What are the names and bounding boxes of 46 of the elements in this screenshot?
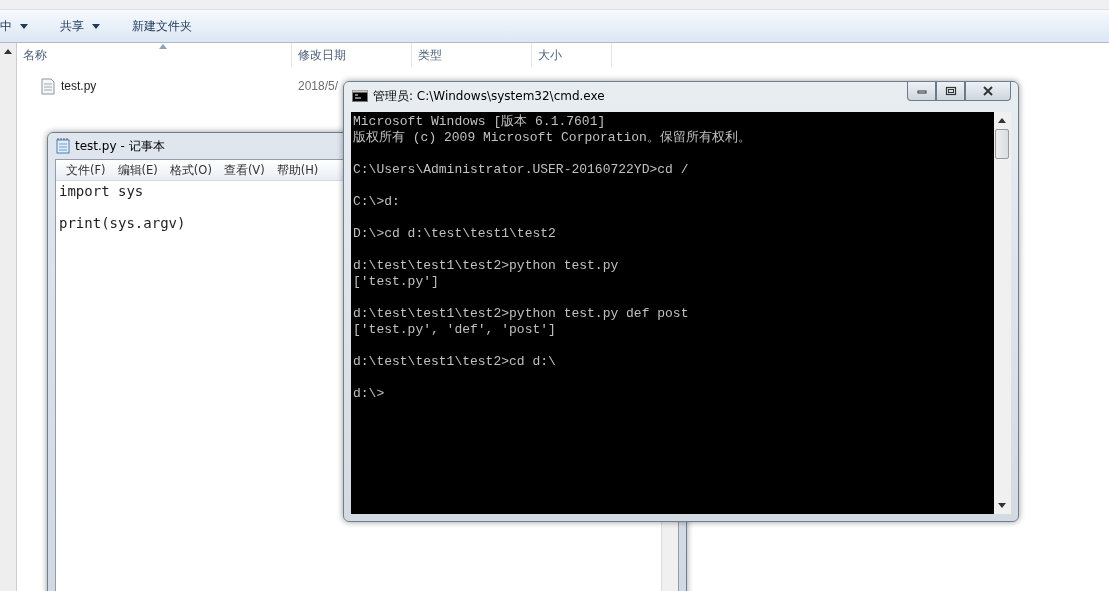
scroll-up-icon — [4, 49, 12, 54]
file-icon — [41, 77, 55, 95]
close-icon — [982, 86, 994, 96]
console-line: d:\> — [352, 386, 385, 402]
console-line: ['test.py', 'def', 'post'] — [352, 322, 556, 338]
maximize-button[interactable] — [936, 82, 965, 101]
console-line: C:\Users\Administrator.USER-20160722YD>cd / — [352, 162, 689, 178]
scroll-thumb[interactable] — [995, 129, 1009, 159]
menu-item[interactable]: 查看(V) — [217, 160, 271, 180]
maximize-icon — [944, 86, 957, 96]
console-line: Microsoft Windows [版本 6.1.7601] — [352, 114, 606, 130]
toolbar-button[interactable]: 新建文件夹 — [128, 13, 196, 39]
console-line: C:\>d: — [352, 194, 400, 210]
menu-item[interactable]: 帮助(H) — [270, 160, 325, 180]
console-line: d:\test\test1\test2>cd d:\ — [352, 354, 556, 370]
console-line: d:\test\test1\test2>python test.py def post — [352, 306, 689, 322]
sort-arrow-icon — [159, 44, 167, 49]
console-line: 版权所有 (c) 2009 Microsoft Corporation。保留所有权利。 — [352, 130, 751, 146]
minimize-icon — [916, 88, 927, 94]
menu-item[interactable]: 文件(F) — [60, 160, 112, 180]
text-line: import sys — [59, 183, 144, 199]
column-header[interactable]: 修改日期 — [292, 43, 412, 67]
window-title: test.py - 记事本 — [75, 137, 165, 155]
toolbar-button[interactable]: 中 — [0, 13, 32, 39]
console-line: D:\>cd d:\test\test1\test2 — [352, 226, 556, 242]
toolbar-button[interactable]: 共享 — [56, 13, 104, 39]
scrollbar[interactable] — [0, 43, 17, 591]
scrollbar[interactable] — [661, 522, 678, 591]
file-date: 2018/5/ — [297, 79, 339, 93]
column-header[interactable]: 名称 — [17, 43, 292, 67]
notepad-icon — [56, 138, 70, 154]
scroll-down-icon — [998, 503, 1006, 508]
menu-item[interactable]: 格式(O) — [163, 160, 218, 180]
window-title: 管理员: C:\Windows\system32\cmd.exe — [373, 87, 605, 105]
console-line: ['test.py'] — [352, 274, 439, 290]
text-line: print(sys.argv) — [59, 215, 186, 231]
scroll-up-icon — [998, 118, 1006, 123]
minimize-button[interactable] — [907, 82, 936, 101]
console-line: d:\test\test1\test2>python test.py — [352, 258, 619, 274]
menu-item[interactable]: 编辑(E) — [111, 160, 164, 180]
file-name[interactable]: test.py — [61, 79, 97, 93]
close-button[interactable] — [965, 82, 1011, 101]
column-header[interactable]: 大小 — [532, 43, 612, 67]
console-icon — [352, 90, 368, 102]
scrollbar[interactable] — [994, 112, 1011, 514]
column-header[interactable]: 类型 — [412, 43, 532, 67]
